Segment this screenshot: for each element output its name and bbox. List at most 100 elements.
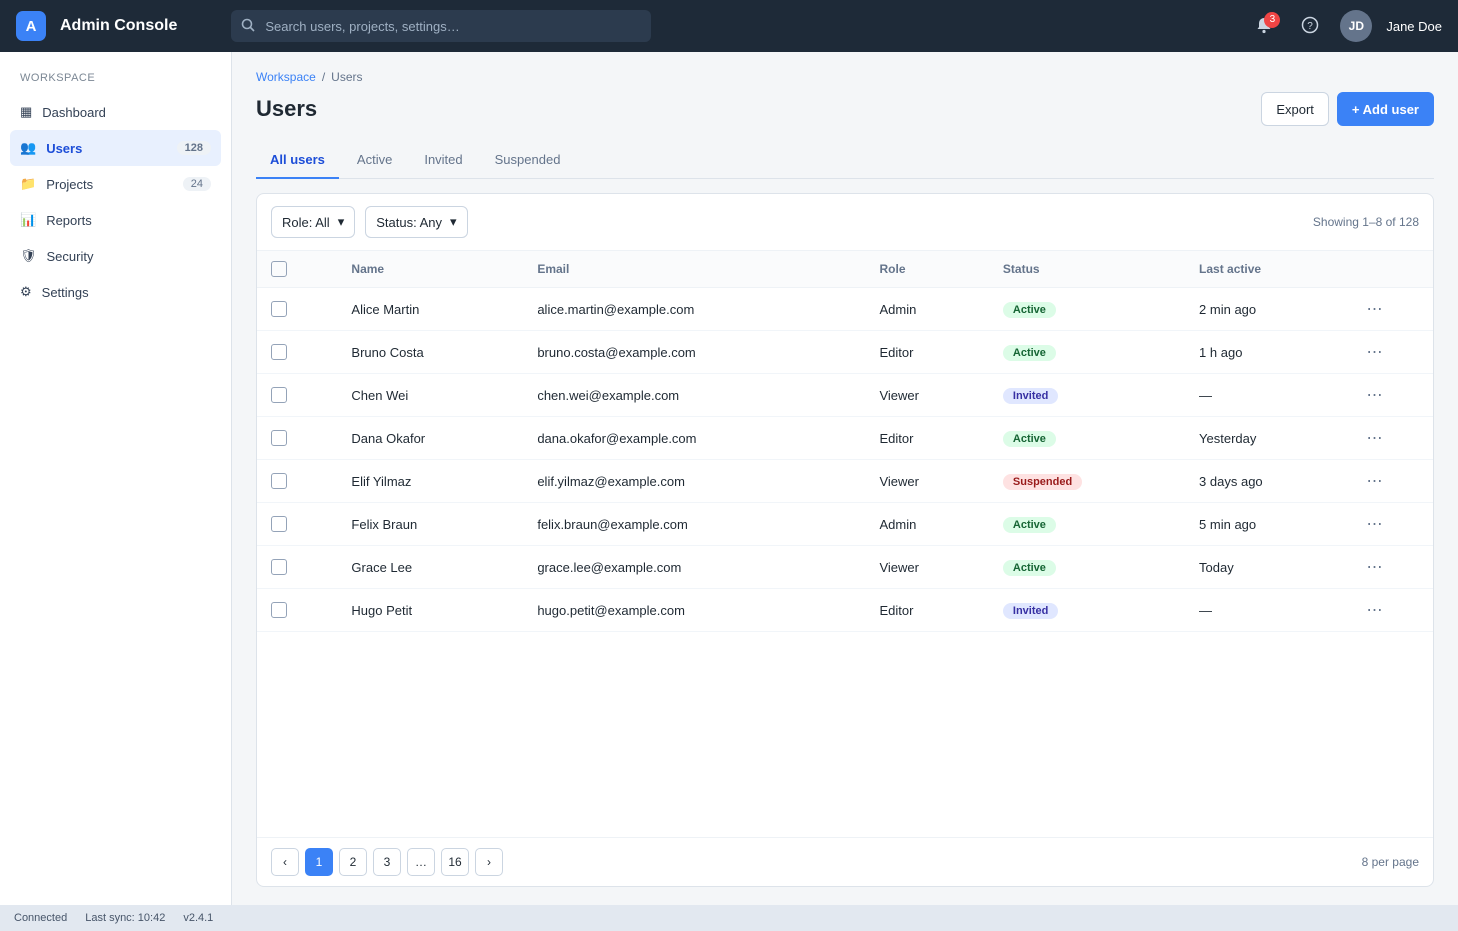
select-all-checkbox[interactable] — [271, 261, 287, 277]
app-version: v2.4.1 — [183, 912, 214, 924]
sidebar-item-count: 24 — [182, 177, 211, 191]
row-checkbox[interactable] — [271, 473, 287, 490]
row-actions-cell: ⋯ — [1352, 545, 1433, 589]
table-row[interactable]: Bruno Costa bruno.costa@example.com Editor… — [257, 330, 1433, 374]
row-checkbox[interactable] — [271, 430, 287, 447]
cell-name: Alice Martin — [337, 287, 524, 331]
status-badge: Invited — [1002, 387, 1059, 404]
more-actions-icon[interactable]: ⋯ — [1367, 559, 1383, 576]
cell-role: Editor — [865, 588, 989, 632]
tab-suspended[interactable]: Suspended — [481, 142, 575, 179]
row-checkbox[interactable] — [271, 301, 287, 318]
table-row[interactable]: Alice Martin alice.martin@example.com Admi… — [257, 287, 1433, 331]
cell-email: grace.lee@example.com — [523, 545, 866, 589]
folder-icon: 📁 — [20, 176, 37, 191]
page-button[interactable]: 16 — [441, 848, 469, 876]
cell-role: Editor — [865, 330, 989, 374]
help-button[interactable]: ? — [1294, 10, 1326, 42]
sidebar-item-reports[interactable]: 📊 Reports — [10, 202, 221, 238]
cell-status: Suspended — [988, 459, 1186, 503]
export-button[interactable]: Export — [1261, 92, 1329, 126]
cell-email: dana.okafor@example.com — [523, 416, 866, 460]
sidebar-item-projects[interactable]: 📁 Projects 24 — [10, 166, 221, 202]
table-row[interactable]: Felix Braun felix.braun@example.com Admin A… — [257, 502, 1433, 546]
more-actions-icon[interactable]: ⋯ — [1367, 473, 1383, 490]
sidebar-item-count: 128 — [176, 141, 211, 155]
role-filter-select[interactable]: Role: All ▾ — [271, 206, 356, 238]
breadcrumb-link-workspace[interactable]: Workspace — [256, 70, 316, 84]
page-button[interactable]: 1 — [305, 848, 333, 876]
next-page-button[interactable]: › — [475, 848, 503, 876]
more-actions-icon[interactable]: ⋯ — [1367, 430, 1383, 447]
status-badge: Active — [1002, 559, 1056, 576]
cell-email: felix.braun@example.com — [523, 502, 866, 546]
previous-page-button[interactable]: ‹ — [271, 848, 299, 876]
status-badge: Invited — [1002, 602, 1059, 619]
tab-bar: All users Active Invited Suspended — [256, 142, 1434, 179]
tab-invited[interactable]: Invited — [410, 142, 476, 179]
row-checkbox[interactable] — [271, 387, 287, 404]
table-row[interactable]: Hugo Petit hugo.petit@example.com Editor In… — [257, 588, 1433, 632]
notification-count-badge: 3 — [1264, 12, 1281, 28]
table-row[interactable]: Dana Okafor dana.okafor@example.com Editor… — [257, 416, 1433, 460]
row-checkbox[interactable] — [271, 344, 287, 361]
cell-status: Active — [988, 502, 1186, 546]
gear-icon: ⚙ — [20, 284, 32, 299]
search-input[interactable] — [263, 17, 642, 35]
column-header: Role — [865, 251, 989, 288]
row-select-cell — [257, 459, 338, 503]
user-name: Jane Doe — [1386, 18, 1442, 34]
cell-status: Active — [988, 330, 1186, 374]
page-header: Users Export + Add user — [256, 92, 1434, 126]
avatar[interactable]: JD — [1340, 10, 1373, 42]
cell-email: alice.martin@example.com — [523, 287, 866, 331]
more-actions-icon[interactable]: ⋯ — [1367, 387, 1383, 404]
sidebar-item-label: Projects — [46, 176, 94, 192]
pagination: ‹ 1 2 3… 16 › 8 per page — [257, 837, 1433, 886]
cell-status: Active — [988, 416, 1186, 460]
row-select-cell — [257, 588, 338, 632]
cell-status: Invited — [988, 373, 1186, 417]
chevron-down-icon: ▾ — [450, 214, 457, 229]
cell-last-active: 5 min ago — [1185, 502, 1353, 546]
page-button[interactable]: 2 — [339, 848, 367, 876]
sidebar-item-security[interactable]: 🛡 Security — [10, 238, 221, 274]
tab-active[interactable]: Active — [343, 142, 406, 179]
table-body: Alice Martin alice.martin@example.com Admi… — [257, 287, 1433, 632]
cell-name: Grace Lee — [337, 545, 524, 589]
cell-status: Active — [988, 545, 1186, 589]
status-badge: Active — [1002, 516, 1056, 533]
row-checkbox[interactable] — [271, 516, 287, 533]
search-box[interactable] — [231, 10, 652, 42]
row-checkbox[interactable] — [271, 559, 287, 576]
cell-email: bruno.costa@example.com — [523, 330, 866, 374]
table-row[interactable]: Chen Wei chen.wei@example.com Viewer Invite… — [257, 373, 1433, 417]
chart-icon: 📊 — [20, 212, 37, 227]
cell-last-active: — — [1185, 373, 1353, 417]
status-badge: Active — [1002, 430, 1056, 447]
table-row[interactable]: Grace Lee grace.lee@example.com Viewer Acti… — [257, 545, 1433, 589]
sidebar-item-dashboard[interactable]: ▦ Dashboard — [10, 94, 221, 130]
add-user-button[interactable]: + Add user — [1336, 92, 1434, 126]
row-select-cell — [257, 287, 338, 331]
app-header: A Admin Console 3 ? JD Jane Doe — [0, 0, 1458, 52]
table-row[interactable]: Elif Yilmaz elif.yilmaz@example.com Viewer… — [257, 459, 1433, 503]
sidebar-item-settings[interactable]: ⚙ Settings — [10, 274, 221, 310]
sync-status: Last sync: 10:42 — [85, 912, 166, 924]
more-actions-icon[interactable]: ⋯ — [1367, 602, 1383, 619]
page-button[interactable]: … — [407, 848, 435, 876]
more-actions-icon[interactable]: ⋯ — [1367, 301, 1383, 318]
more-actions-icon[interactable]: ⋯ — [1367, 344, 1383, 361]
more-actions-icon[interactable]: ⋯ — [1367, 516, 1383, 533]
column-header: Last active — [1185, 251, 1353, 288]
page-button[interactable]: 3 — [373, 848, 401, 876]
tab-all-users[interactable]: All users — [256, 142, 339, 179]
cell-name: Hugo Petit — [337, 588, 524, 632]
notifications-button[interactable]: 3 — [1248, 10, 1281, 42]
column-header — [257, 251, 338, 288]
sidebar-item-users[interactable]: 👥 Users 128 — [10, 130, 221, 166]
row-checkbox[interactable] — [271, 602, 287, 619]
sidebar-item-label: Security — [46, 248, 94, 264]
status-filter-select[interactable]: Status: Any ▾ — [365, 206, 468, 238]
row-select-cell — [257, 330, 338, 374]
